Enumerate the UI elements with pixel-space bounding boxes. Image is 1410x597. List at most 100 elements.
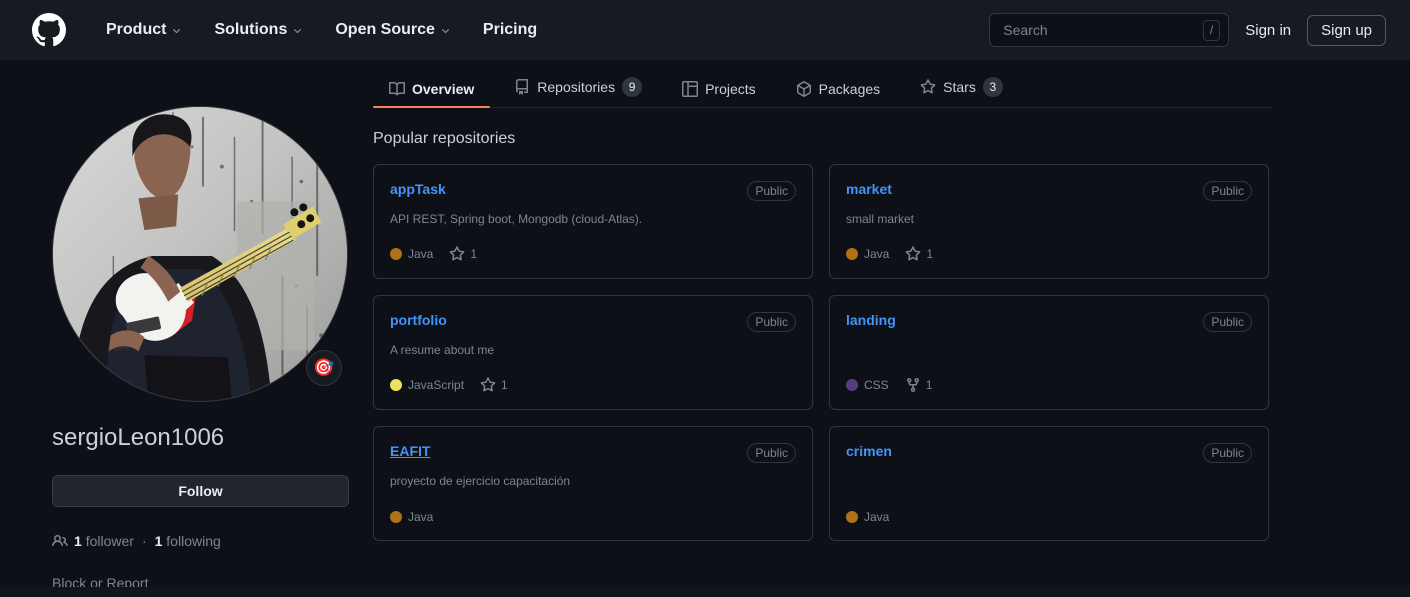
nav-item-label: Solutions: [214, 21, 287, 39]
repo-visibility-badge: Public: [1203, 443, 1252, 463]
repo-meta: Java: [846, 494, 1252, 524]
github-mark-icon[interactable]: [32, 13, 66, 47]
star-count: 1: [501, 378, 508, 392]
profile-sidebar: 🎯 sergioLeon1006 Follow 1 follower · 1 f…: [52, 106, 349, 591]
status-emoji-badge[interactable]: 🎯: [306, 350, 342, 386]
repo-visibility-badge: Public: [1203, 181, 1252, 201]
followers-count: 1: [74, 533, 82, 549]
repo-visibility-badge: Public: [747, 181, 796, 201]
star-count: 1: [470, 247, 477, 261]
followers-label: follower: [86, 533, 134, 549]
follow-button[interactable]: Follow: [52, 475, 349, 507]
language-name: Java: [864, 510, 889, 524]
star-icon: [480, 377, 496, 393]
repo-card[interactable]: crimen Public Java: [829, 426, 1269, 541]
profile-page: 🎯 sergioLeon1006 Follow 1 follower · 1 f…: [0, 60, 1410, 597]
sign-up-button[interactable]: Sign up: [1307, 15, 1386, 46]
avatar-container: 🎯: [52, 106, 348, 402]
repo-language: Java: [846, 247, 889, 261]
tab-label: Stars: [943, 79, 976, 95]
repo-meta: Java: [390, 494, 796, 524]
tab-projects[interactable]: Projects: [666, 81, 772, 107]
repo-forks[interactable]: 1: [905, 377, 933, 393]
repo-description: A resume about me: [390, 341, 796, 359]
nav-item-label: Product: [106, 21, 166, 39]
repo-meta: CSS 1: [846, 361, 1252, 393]
popular-repositories-title: Popular repositories: [373, 130, 1273, 148]
language-color-dot: [846, 248, 858, 260]
tab-label: Packages: [819, 81, 880, 97]
profile-username: sergioLeon1006: [52, 424, 349, 453]
nav-item-label: Open Source: [335, 21, 435, 39]
repo-header: crimen Public: [846, 443, 1252, 463]
table-icon: [682, 81, 698, 97]
repo-stars[interactable]: 1: [480, 377, 508, 393]
repo-visibility-badge: Public: [1203, 312, 1252, 332]
repo-meta: JavaScript 1: [390, 361, 796, 393]
tab-packages[interactable]: Packages: [780, 81, 896, 107]
chevron-down-icon: [292, 25, 303, 36]
package-icon: [796, 81, 812, 97]
chevron-down-icon: [440, 25, 451, 36]
repo-description: proyecto de ejercicio capacitación: [390, 472, 796, 490]
sign-in-link[interactable]: Sign in: [1229, 16, 1307, 45]
repo-name-link[interactable]: crimen: [846, 443, 892, 459]
repo-card[interactable]: EAFIT Public proyecto de ejercicio capac…: [373, 426, 813, 541]
nav-item-solutions[interactable]: Solutions: [198, 15, 319, 45]
repo-card[interactable]: appTask Public API REST, Spring boot, Mo…: [373, 164, 813, 279]
chevron-down-icon: [171, 25, 182, 36]
search-shortcut-badge: /: [1203, 20, 1220, 41]
tab-counter: 9: [622, 77, 642, 97]
repo-language: CSS: [846, 378, 889, 392]
repo-language: Java: [390, 510, 433, 524]
star-icon: [920, 79, 936, 95]
language-name: Java: [408, 510, 433, 524]
profile-tabs: Overview Repositories 9 Projects Package…: [373, 60, 1273, 108]
repo-meta: Java 1: [390, 230, 796, 262]
header-actions: / Sign in Sign up: [989, 13, 1386, 47]
primary-nav: Product Solutions Open Source Pricing: [90, 15, 553, 45]
star-icon: [905, 246, 921, 262]
repo-stars[interactable]: 1: [905, 246, 933, 262]
following-link[interactable]: 1 following: [155, 533, 221, 549]
nav-item-label: Pricing: [483, 21, 537, 39]
repo-card[interactable]: market Public small market Java 1: [829, 164, 1269, 279]
search-input[interactable]: [1001, 21, 1203, 39]
tab-label: Repositories: [537, 79, 615, 95]
tab-repositories[interactable]: Repositories 9: [498, 77, 658, 107]
repo-card[interactable]: portfolio Public A resume about me JavaS…: [373, 295, 813, 410]
repo-language: JavaScript: [390, 378, 464, 392]
language-name: Java: [864, 247, 889, 261]
language-color-dot: [390, 248, 402, 260]
repo-name-link[interactable]: market: [846, 181, 892, 197]
nav-item-open-source[interactable]: Open Source: [319, 15, 467, 45]
tab-overview[interactable]: Overview: [373, 81, 490, 107]
stats-separator: ·: [142, 533, 147, 549]
repo-header: EAFIT Public: [390, 443, 796, 463]
tab-stars[interactable]: Stars 3: [904, 77, 1019, 107]
repo-name-link[interactable]: EAFIT: [390, 443, 430, 459]
repo-meta: Java 1: [846, 230, 1252, 262]
language-color-dot: [390, 511, 402, 523]
language-name: JavaScript: [408, 378, 464, 392]
repo-name-link[interactable]: portfolio: [390, 312, 447, 328]
nav-item-product[interactable]: Product: [90, 15, 198, 45]
tab-label: Overview: [412, 81, 474, 97]
followers-link[interactable]: 1 follower: [74, 533, 134, 549]
repo-card[interactable]: landing Public CSS 1: [829, 295, 1269, 410]
search-box[interactable]: /: [989, 13, 1229, 47]
repo-description: API REST, Spring boot, Mongodb (cloud-At…: [390, 210, 796, 228]
language-color-dot: [846, 379, 858, 391]
repo-language: Java: [846, 510, 889, 524]
repo-language: Java: [390, 247, 433, 261]
repo-stars[interactable]: 1: [449, 246, 477, 262]
people-icon: [52, 533, 68, 549]
repo-name-link[interactable]: landing: [846, 312, 896, 328]
followers-stats: 1 follower · 1 following: [52, 533, 349, 549]
following-count: 1: [155, 533, 163, 549]
star-icon: [449, 246, 465, 262]
repo-name-link[interactable]: appTask: [390, 181, 446, 197]
avatar[interactable]: [52, 106, 348, 402]
viewport-bottom-strip: [0, 587, 1410, 597]
nav-item-pricing[interactable]: Pricing: [467, 15, 553, 45]
